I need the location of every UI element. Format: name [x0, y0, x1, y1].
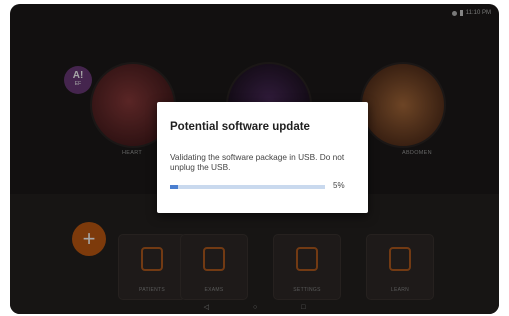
- dialog-message: Validating the software package in USB. …: [170, 152, 345, 172]
- progress-bar: [170, 185, 325, 189]
- software-update-dialog: Potential software update Validating the…: [157, 102, 368, 213]
- progress-percent: 5%: [333, 181, 345, 190]
- dialog-title: Potential software update: [170, 121, 310, 133]
- progress-fill: [170, 185, 178, 189]
